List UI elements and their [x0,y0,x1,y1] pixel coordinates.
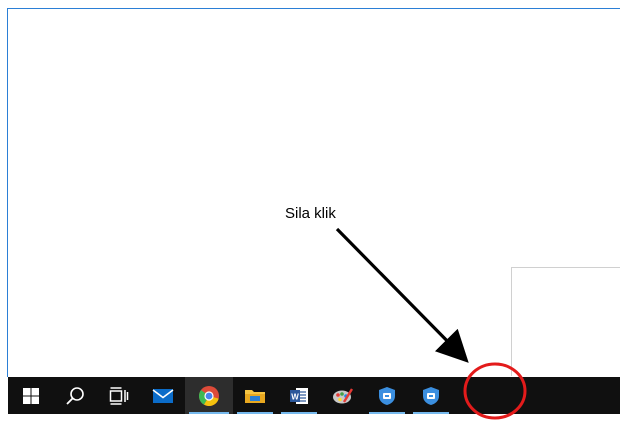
taskbar-mail[interactable] [141,377,185,414]
taskbar-word[interactable]: W [277,377,321,414]
start-button[interactable] [8,377,53,414]
search-button[interactable] [53,377,97,414]
svg-text:W: W [291,392,299,401]
taskbar-file-explorer[interactable] [233,377,277,414]
shield-app-icon [379,386,395,405]
dialog-window-corner [511,267,620,376]
paint-icon [333,387,354,403]
running-indicator [369,412,405,414]
screenshot-stage: Sila klik W [0,0,620,421]
running-indicator [281,412,317,414]
running-indicator [237,412,273,414]
shield-app-icon [423,386,439,405]
taskbar-paint[interactable] [321,377,365,414]
word-icon: W [290,387,308,404]
mail-icon [152,388,174,403]
task-view-icon [109,386,129,405]
running-indicator [189,412,229,414]
taskbar-chrome[interactable] [185,377,233,414]
annotation-label: Sila klik [285,205,336,222]
taskbar-shield-app-1[interactable] [365,377,409,414]
taskbar-shield-app-2[interactable] [409,377,453,414]
running-indicator [413,412,449,414]
search-icon [66,386,84,405]
task-view-button[interactable] [97,377,141,414]
taskbar: W [8,377,620,414]
file-explorer-icon [245,389,265,403]
chrome-icon [198,385,219,406]
windows-start-icon [22,387,39,404]
